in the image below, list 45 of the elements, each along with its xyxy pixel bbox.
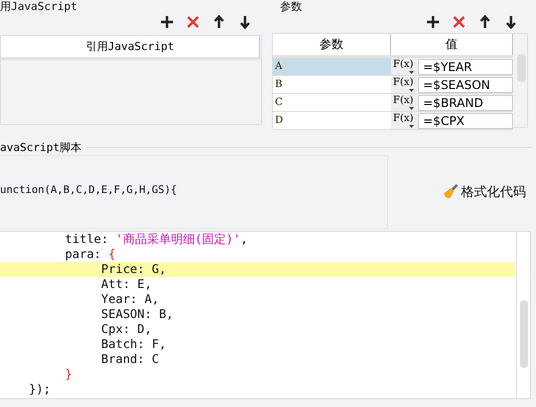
- caret-icon: [409, 125, 414, 128]
- value-field[interactable]: =$BRAND: [418, 95, 513, 111]
- code-line: Batch: F,: [100, 337, 168, 352]
- column-header: 值: [391, 34, 513, 55]
- arrow-down-icon[interactable]: [238, 14, 252, 28]
- panel-title: 用JavaScript: [0, 0, 78, 13]
- arrow-up-icon[interactable]: [478, 14, 492, 28]
- code-line: }: [64, 367, 74, 382]
- broom-icon: [442, 184, 458, 200]
- value-field[interactable]: =$SEASON: [418, 77, 513, 93]
- code-line: Year: A,: [100, 292, 160, 307]
- parameter-name-cell[interactable]: B: [273, 76, 391, 93]
- formula-button[interactable]: F(x): [391, 94, 417, 111]
- code-line: });: [28, 382, 52, 397]
- formula-button[interactable]: F(x): [391, 112, 417, 129]
- arrow-down-icon[interactable]: [504, 14, 518, 28]
- close-icon[interactable]: [452, 14, 466, 28]
- arrow-up-icon[interactable]: [212, 14, 226, 28]
- format-code-button[interactable]: 格式化代码: [440, 181, 528, 203]
- parameter-name-cell[interactable]: C: [273, 94, 391, 111]
- column-header: 参数: [273, 34, 392, 55]
- plus-icon[interactable]: [426, 14, 440, 28]
- code-line: title: '商品采单明细(固定)',: [64, 232, 249, 247]
- value-field[interactable]: =$YEAR: [418, 59, 513, 75]
- parameter-name-cell[interactable]: A: [273, 58, 391, 75]
- scrollbar-thumb[interactable]: [520, 300, 528, 368]
- scrollbar-thumb[interactable]: [517, 54, 526, 82]
- parameter-name-cell[interactable]: D: [273, 112, 391, 129]
- section-title: avaScript脚本: [0, 140, 82, 155]
- code-line: SEASON: B,: [100, 307, 174, 322]
- code-line: para: {: [64, 247, 117, 262]
- caret-icon: [409, 71, 414, 74]
- code-line: Att: E,: [100, 277, 153, 292]
- panel-title: 参数: [280, 0, 303, 13]
- caret-icon: [409, 89, 414, 92]
- plus-icon[interactable]: [160, 14, 174, 28]
- code-line: Cpx: D,: [100, 322, 153, 337]
- caret-icon: [409, 107, 414, 110]
- column-header: 引用JavaScript: [1, 36, 260, 57]
- formula-button[interactable]: F(x): [391, 58, 417, 75]
- function-signature: unction(A,B,C,D,E,F,G,H,GS){: [0, 184, 178, 196]
- code-line: Brand: C: [100, 352, 160, 367]
- formula-button[interactable]: F(x): [391, 76, 417, 93]
- close-icon[interactable]: [186, 14, 200, 28]
- value-field[interactable]: =$CPX: [418, 113, 513, 129]
